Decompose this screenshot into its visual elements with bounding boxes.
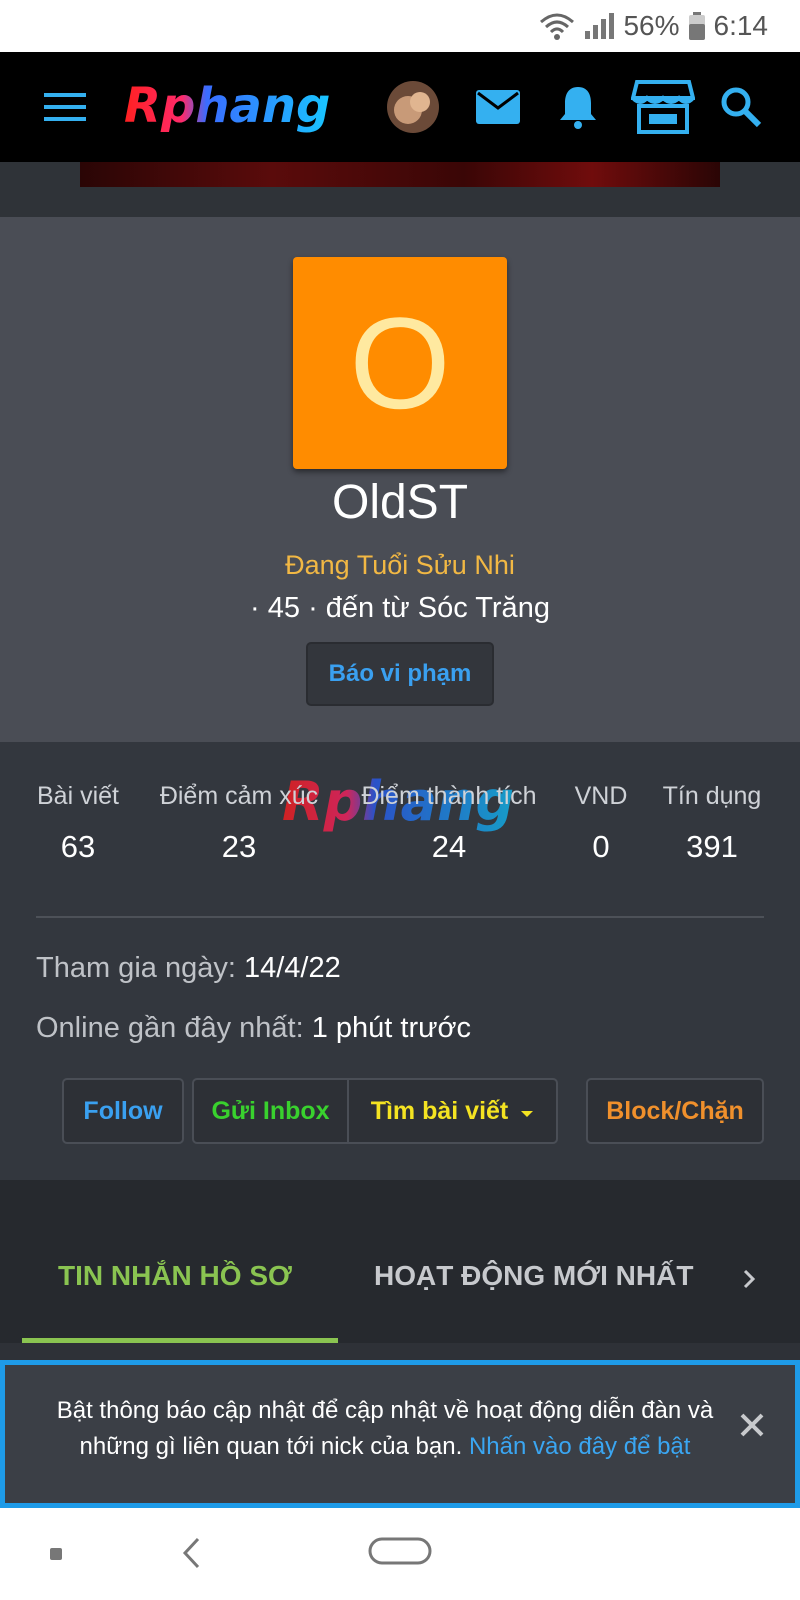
caret-down-icon bbox=[520, 1097, 534, 1126]
stats-divider bbox=[36, 916, 764, 918]
stat-value: 23 bbox=[221, 829, 257, 864]
online-value: 1 phút trước bbox=[311, 1012, 472, 1044]
clock: 6:14 bbox=[713, 10, 769, 41]
site-logo[interactable]: Rphang bbox=[120, 74, 340, 138]
profile-username: OldST bbox=[331, 476, 469, 529]
block-button[interactable]: Block/Chặn bbox=[586, 1078, 764, 1144]
chevron-right-icon[interactable] bbox=[740, 1264, 760, 1299]
send-inbox-button[interactable]: Gửi Inbox bbox=[194, 1080, 347, 1142]
home-icon[interactable] bbox=[368, 1537, 432, 1570]
top-navbar: Rphang bbox=[0, 52, 800, 162]
search-icon[interactable] bbox=[716, 52, 766, 162]
stat-achievements[interactable]: Điểm thành tích 24 bbox=[350, 782, 548, 865]
stat-value: 0 bbox=[592, 829, 610, 864]
stat-label: Bài viết bbox=[37, 782, 119, 810]
status-bar: 56% 6:14 bbox=[0, 0, 800, 52]
joined-value: 14/4/22 bbox=[243, 952, 341, 984]
avatar-icon[interactable] bbox=[385, 52, 441, 162]
tab-profile-posts[interactable]: TIN NHẮN HỒ SƠ bbox=[58, 1260, 292, 1292]
stat-posts[interactable]: Bài viết 63 bbox=[26, 782, 130, 865]
inbox-find-group: Gửi Inbox Tìm bài viết bbox=[192, 1078, 558, 1144]
signal-icon bbox=[583, 11, 615, 41]
stat-label: VND bbox=[574, 782, 628, 810]
find-posts-label: Tìm bài viết bbox=[370, 1096, 509, 1125]
stat-reactions[interactable]: Điểm cảm xúc 23 bbox=[150, 782, 328, 865]
online-label: Online gần đây nhất: bbox=[36, 1012, 304, 1044]
banner-image[interactable] bbox=[80, 162, 720, 187]
tab-latest-activity[interactable]: HOẠT ĐỘNG MỚI NHẤT bbox=[374, 1260, 693, 1292]
joined-row: Tham gia ngày: 14/4/22 bbox=[36, 952, 341, 985]
battery-percent: 56% bbox=[623, 10, 680, 41]
system-navbar bbox=[0, 1508, 800, 1600]
stat-value: 391 bbox=[686, 829, 738, 864]
find-posts-button[interactable]: Tìm bài viết bbox=[349, 1080, 556, 1142]
store-icon[interactable] bbox=[630, 52, 696, 162]
notification-text: Bật thông báo cập nhật để cập nhật về ho… bbox=[35, 1393, 735, 1465]
stat-vnd[interactable]: VND 0 bbox=[562, 782, 640, 865]
notification-prompt: Bật thông báo cập nhật để cập nhật về ho… bbox=[0, 1360, 800, 1508]
site-logo-text: Rphang bbox=[124, 78, 330, 134]
banner-area bbox=[0, 162, 800, 217]
online-row: Online gần đây nhất: 1 phút trước bbox=[36, 1012, 471, 1045]
mail-icon[interactable] bbox=[473, 52, 523, 162]
wifi-icon bbox=[539, 11, 575, 41]
profile-user-title: Đang Tuổi Sửu Nhi bbox=[285, 550, 515, 580]
profile-tabs: TIN NHẮN HỒ SƠ HOẠT ĐỘNG MỚI NHẤT bbox=[0, 1180, 800, 1343]
stat-credits[interactable]: Tín dụng 391 bbox=[654, 782, 770, 865]
stat-label: Tín dụng bbox=[662, 782, 762, 810]
enable-notifications-link[interactable]: Nhấn vào đây để bật bbox=[469, 1433, 691, 1460]
report-button[interactable]: Báo vi phạm bbox=[306, 642, 494, 706]
back-icon[interactable] bbox=[180, 1536, 204, 1575]
menu-icon[interactable] bbox=[40, 52, 90, 162]
avatar-letter: O bbox=[349, 290, 451, 436]
close-icon[interactable] bbox=[732, 1405, 772, 1445]
stat-value: 63 bbox=[60, 829, 96, 864]
follow-button[interactable]: Follow bbox=[62, 1078, 184, 1144]
bell-icon[interactable] bbox=[553, 52, 603, 162]
battery-icon bbox=[688, 11, 706, 41]
stat-value: 24 bbox=[431, 829, 467, 864]
profile-header: O OldST Đang Tuổi Sửu Nhi · 45 · đến từ … bbox=[0, 217, 800, 742]
recent-apps-icon[interactable] bbox=[48, 1546, 64, 1567]
profile-avatar[interactable]: O bbox=[293, 257, 507, 469]
joined-label: Tham gia ngày: bbox=[36, 952, 236, 984]
profile-stats: Rphang Bài viết 63 Điểm cảm xúc 23 Điểm … bbox=[0, 742, 800, 1180]
active-tab-indicator bbox=[22, 1338, 338, 1343]
stat-label: Điểm cảm xúc bbox=[159, 782, 319, 810]
profile-user-info: · 45 · đến từ Sóc Trăng bbox=[250, 592, 550, 624]
stat-label: Điểm thành tích bbox=[361, 782, 537, 810]
